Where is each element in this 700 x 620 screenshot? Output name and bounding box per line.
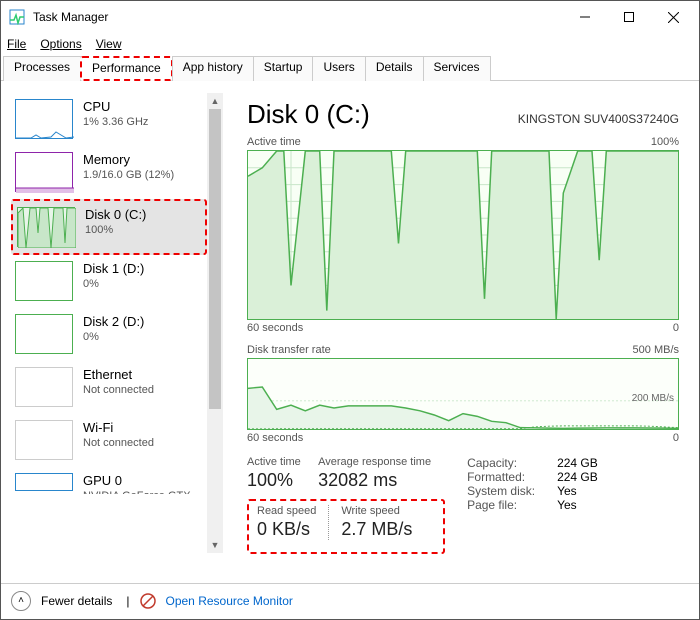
chart2-axis-left: 60 seconds — [247, 432, 303, 444]
chart2-label-right: 500 MB/s — [633, 344, 679, 356]
active-time-chart — [247, 150, 679, 320]
minimize-button[interactable] — [563, 2, 607, 32]
sidebar-item-sub: 100% — [85, 224, 146, 236]
sidebar-item-disk2[interactable]: Disk 2 (D:) 0% — [11, 308, 207, 361]
sidebar-item-wifi[interactable]: Wi-Fi Not connected — [11, 414, 207, 467]
divider: | — [126, 594, 129, 608]
stat-read-speed: Read speed 0 KB/s — [257, 505, 329, 540]
tab-processes[interactable]: Processes — [3, 56, 81, 81]
gpu0-mini-graph — [15, 473, 73, 491]
stat-avg-response: Average response time 32082 ms — [318, 456, 431, 491]
sidebar-item-disk0[interactable]: Disk 0 (C:) 100% — [11, 199, 207, 255]
chart1-axis-left: 60 seconds — [247, 322, 303, 334]
sidebar-item-label: Disk 2 (D:) — [83, 314, 144, 329]
chart1-axis-right: 0 — [673, 322, 679, 334]
sidebar-item-gpu0[interactable]: GPU 0 NVIDIA GeForce GTX — [11, 467, 207, 495]
titlebar: Task Manager — [1, 1, 699, 33]
sidebar-item-sub: Not connected — [83, 384, 154, 396]
chevron-up-icon[interactable]: ˄ — [11, 591, 31, 611]
chart1-label-right: 100% — [651, 136, 679, 148]
sidebar-item-sub: Not connected — [83, 437, 154, 449]
close-button[interactable] — [651, 2, 695, 32]
fewer-details-link[interactable]: Fewer details — [41, 594, 112, 608]
menu-file[interactable]: File — [7, 37, 26, 51]
stat-active-time: Active time 100% — [247, 456, 301, 491]
tab-services[interactable]: Services — [423, 56, 491, 81]
sidebar-item-sub: 1.9/16.0 GB (12%) — [83, 169, 174, 181]
scroll-down-icon[interactable]: ▼ — [207, 537, 223, 553]
sidebar-item-sub: 0% — [83, 278, 144, 290]
tab-startup[interactable]: Startup — [253, 56, 314, 81]
cpu-mini-graph — [15, 99, 73, 139]
device-name: KINGSTON SUV400S37240G — [518, 112, 679, 126]
disk2-mini-graph — [15, 314, 73, 354]
sidebar-item-sub: 0% — [83, 331, 144, 343]
footer: ˄ Fewer details | Open Resource Monitor — [1, 583, 699, 617]
sidebar-item-label: Disk 0 (C:) — [85, 207, 146, 222]
menubar: File Options View — [1, 33, 699, 55]
main-panel: Disk 0 (C:) KINGSTON SUV400S37240G Activ… — [223, 81, 699, 583]
content: CPU 1% 3.36 GHz Memory 1.9/16.0 GB (12%) — [1, 81, 699, 583]
resource-monitor-icon — [140, 593, 156, 609]
ethernet-mini-graph — [15, 367, 73, 407]
scroll-thumb[interactable] — [209, 109, 221, 409]
maximize-button[interactable] — [607, 2, 651, 32]
sidebar-item-label: Ethernet — [83, 367, 154, 382]
open-resource-monitor-link[interactable]: Open Resource Monitor — [166, 594, 293, 608]
tab-performance[interactable]: Performance — [80, 56, 173, 81]
sidebar-scrollbar[interactable]: ▲ ▼ — [207, 93, 223, 553]
sidebar-item-label: CPU — [83, 99, 148, 114]
sidebar-item-memory[interactable]: Memory 1.9/16.0 GB (12%) — [11, 146, 207, 199]
tab-row: Processes Performance App history Startu… — [1, 55, 699, 81]
chart2-axis-right: 0 — [673, 432, 679, 444]
speed-highlight-box: Read speed 0 KB/s Write speed 2.7 MB/s — [247, 499, 445, 554]
menu-options[interactable]: Options — [40, 37, 81, 51]
stat-write-speed: Write speed 2.7 MB/s — [341, 505, 424, 540]
tab-app-history[interactable]: App history — [172, 56, 254, 81]
scroll-up-icon[interactable]: ▲ — [207, 93, 223, 109]
sidebar-item-label: GPU 0 — [83, 473, 191, 488]
sidebar-item-label: Wi-Fi — [83, 420, 154, 435]
sidebar-item-cpu[interactable]: CPU 1% 3.36 GHz — [11, 93, 207, 146]
page-title: Disk 0 (C:) — [247, 99, 370, 130]
memory-mini-graph — [15, 152, 73, 192]
chart1-label-left: Active time — [247, 136, 301, 148]
tab-details[interactable]: Details — [365, 56, 424, 81]
app-icon — [9, 9, 25, 25]
sidebar-item-sub: 1% 3.36 GHz — [83, 116, 148, 128]
sidebar-item-label: Disk 1 (D:) — [83, 261, 144, 276]
window-title: Task Manager — [33, 10, 563, 24]
transfer-rate-chart: 200 MB/s — [247, 358, 679, 430]
chart2-tick: 200 MB/s — [632, 393, 674, 404]
chart2-label-left: Disk transfer rate — [247, 344, 331, 356]
disk0-mini-graph — [17, 207, 75, 247]
disk1-mini-graph — [15, 261, 73, 301]
sidebar-item-disk1[interactable]: Disk 1 (D:) 0% — [11, 255, 207, 308]
sidebar-item-label: Memory — [83, 152, 174, 167]
sidebar-item-ethernet[interactable]: Ethernet Not connected — [11, 361, 207, 414]
stats-area: Active time 100% Average response time 3… — [247, 456, 679, 554]
wifi-mini-graph — [15, 420, 73, 460]
stats-right: Capacity:224 GB Formatted:224 GB System … — [467, 456, 598, 554]
sidebar: CPU 1% 3.36 GHz Memory 1.9/16.0 GB (12%) — [11, 93, 207, 583]
sidebar-item-sub: NVIDIA GeForce GTX — [83, 490, 191, 495]
tab-users[interactable]: Users — [312, 56, 365, 81]
menu-view[interactable]: View — [96, 37, 122, 51]
